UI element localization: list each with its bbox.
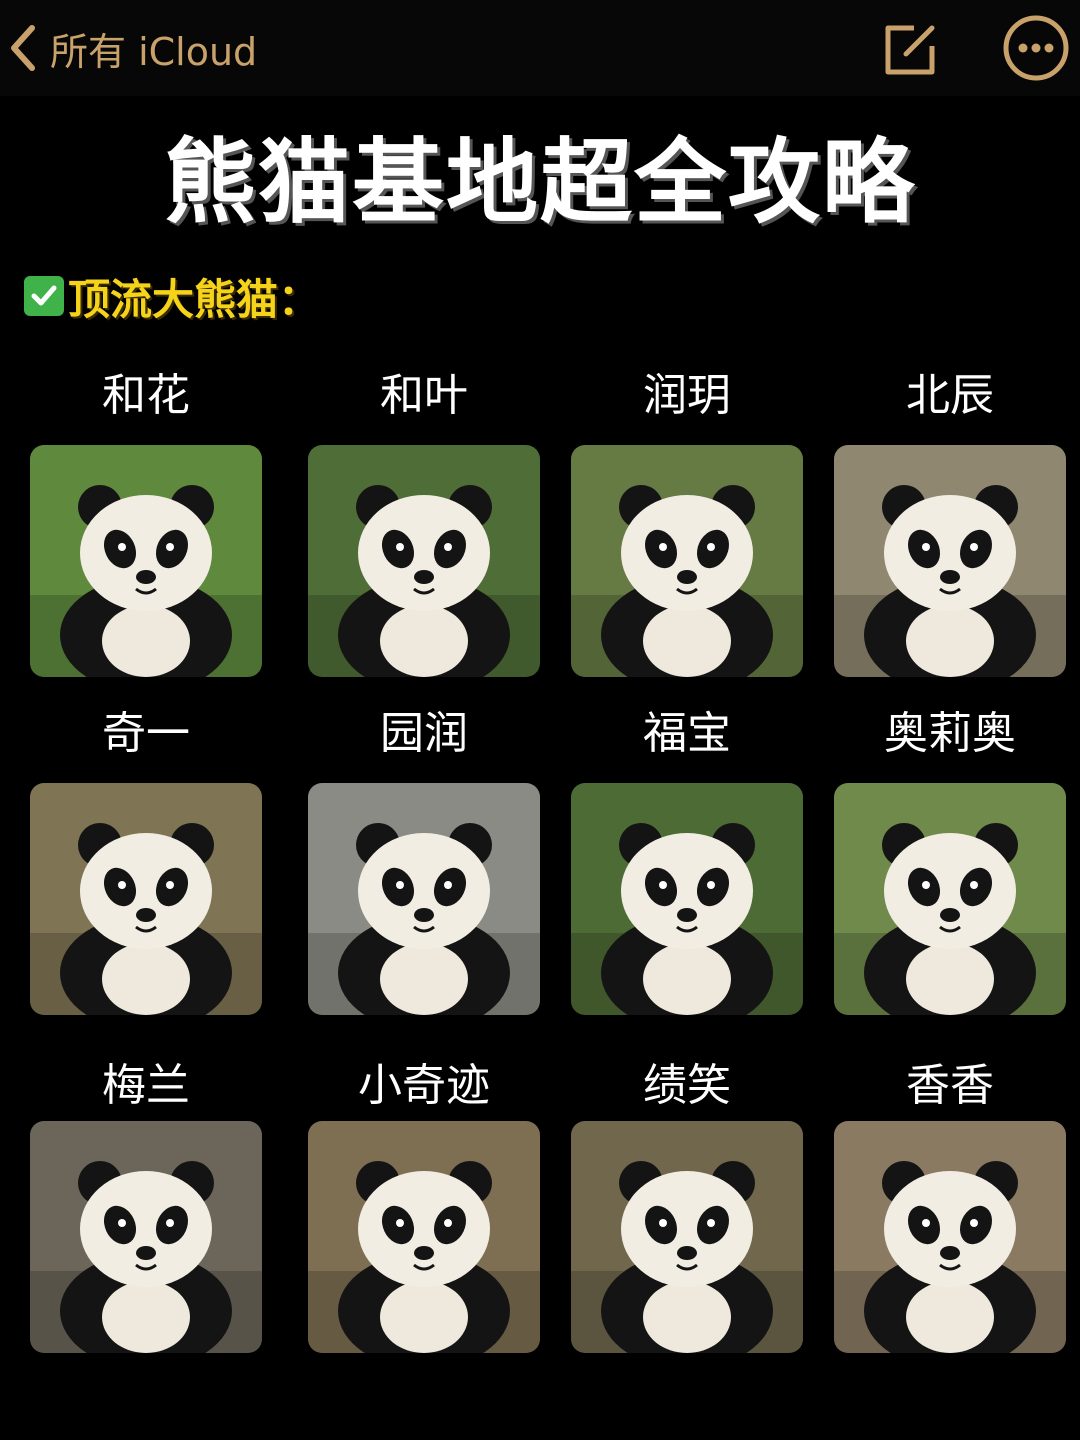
panda-photo[interactable] [571,445,803,677]
top-nav-bar: 所有 iCloud [0,0,1080,96]
panda-name: 梅兰 [102,1060,190,1111]
checkmark-icon [24,276,64,316]
panda-name: 绩笑 [643,1060,731,1111]
compose-button[interactable] [880,18,942,80]
panda-photo[interactable] [834,445,1066,677]
panda-photo[interactable] [834,783,1066,1015]
panda-icon [30,823,262,1015]
panda-name: 香香 [906,1060,994,1111]
ellipsis-circle-icon [1002,15,1070,86]
panda-card: 香香 [834,1060,1066,1353]
panda-photo[interactable] [308,783,540,1015]
panda-icon [30,485,262,677]
panda-card: 和叶 [308,370,540,677]
panda-name: 和叶 [380,370,468,421]
panda-name: 园润 [380,708,468,759]
section-heading-text: 顶流大熊猫： [68,274,321,324]
back-button[interactable]: 所有 iCloud [8,18,257,78]
compose-icon [880,25,942,84]
panda-photo[interactable] [571,783,803,1015]
panda-card: 梅兰 [30,1060,262,1353]
panda-card: 绩笑 [571,1060,803,1353]
panda-name: 福宝 [643,708,731,759]
section-heading: 顶流大熊猫： [24,268,320,324]
panda-card: 和花 [30,370,262,677]
panda-icon [571,1161,803,1353]
panda-icon [834,823,1066,1015]
panda-name: 润玥 [643,370,731,421]
back-label: 所有 iCloud [50,29,258,74]
panda-name: 和花 [102,370,190,421]
panda-photo[interactable] [571,1121,803,1353]
panda-photo[interactable] [30,445,262,677]
panda-icon [571,485,803,677]
panda-name: 奥莉奥 [884,708,1016,759]
panda-photo[interactable] [308,445,540,677]
panda-card: 园润 [308,708,540,1015]
panda-icon [308,485,540,677]
panda-card: 小奇迹 [308,1060,540,1353]
chevron-left-icon [8,24,38,72]
panda-card: 北辰 [834,370,1066,677]
panda-icon [834,1161,1066,1353]
more-button[interactable] [1002,14,1070,82]
panda-icon [30,1161,262,1353]
panda-card: 奇一 [30,708,262,1015]
panda-photo[interactable] [30,1121,262,1353]
panda-card: 润玥 [571,370,803,677]
panda-icon [834,485,1066,677]
panda-name: 小奇迹 [358,1060,490,1111]
panda-photo[interactable] [30,783,262,1015]
panda-icon [571,823,803,1015]
panda-card: 福宝 [571,708,803,1015]
panda-icon [308,1161,540,1353]
panda-photo[interactable] [834,1121,1066,1353]
panda-name: 北辰 [906,370,994,421]
page-title: 熊猫基地超全攻略 [163,129,916,236]
panda-icon [308,823,540,1015]
panda-photo[interactable] [308,1121,540,1353]
panda-name: 奇一 [102,708,190,759]
panda-card: 奥莉奥 [834,708,1066,1015]
